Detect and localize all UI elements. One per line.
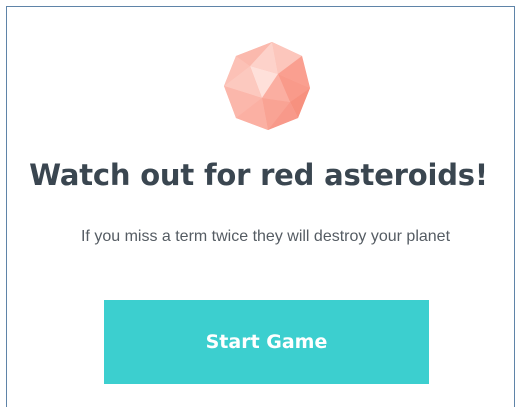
warning-text: If you miss a term twice they will destr…: [80, 228, 451, 245]
page-title: Watch out for red asteroids!: [29, 158, 488, 192]
red-asteroid-icon: [224, 42, 310, 130]
start-game-button[interactable]: Start Game: [104, 300, 429, 384]
